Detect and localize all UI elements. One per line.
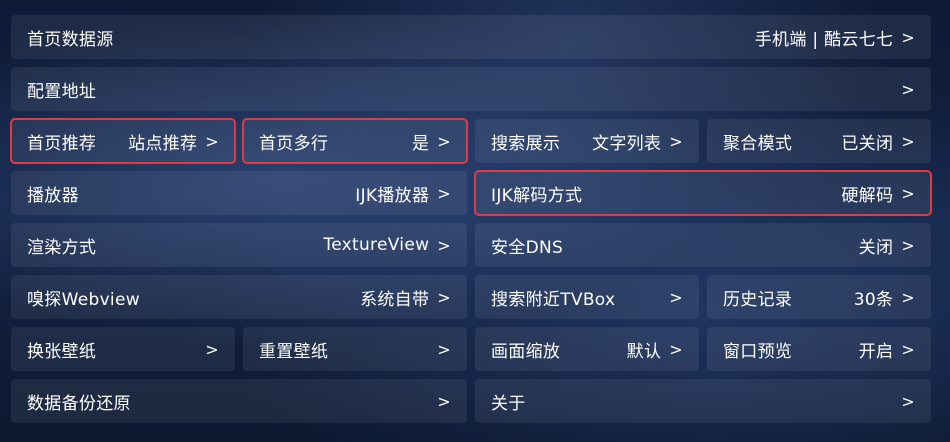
window-preview-item[interactable]: 窗口预览 开启 > bbox=[707, 327, 931, 371]
search-nearby-tvbox-label: 搜索附近TVBox bbox=[491, 289, 616, 310]
config-url-item[interactable]: 配置地址 > bbox=[11, 67, 931, 111]
secure-dns-label: 安全DNS bbox=[491, 237, 564, 258]
sniff-webview-value: 系统自带 bbox=[360, 289, 430, 310]
home-data-source-value: 手机端 | 酷云七七 bbox=[754, 29, 894, 50]
chevron-right-icon: > bbox=[901, 235, 915, 255]
chevron-right-icon: > bbox=[437, 131, 451, 151]
chevron-right-icon: > bbox=[437, 287, 451, 307]
home-recommend-value: 站点推荐 bbox=[128, 133, 198, 154]
chevron-right-icon: > bbox=[669, 339, 683, 359]
chevron-right-icon: > bbox=[437, 339, 451, 359]
reset-wallpaper-item[interactable]: 重置壁纸 > bbox=[243, 327, 467, 371]
home-data-source-label: 首页数据源 bbox=[27, 29, 114, 50]
about-label: 关于 bbox=[491, 393, 526, 414]
chevron-right-icon: > bbox=[205, 339, 219, 359]
window-preview-label: 窗口预览 bbox=[723, 341, 793, 362]
backup-restore-label: 数据备份还原 bbox=[27, 393, 131, 414]
secure-dns-value: 关闭 bbox=[858, 237, 894, 258]
about-item[interactable]: 关于 > bbox=[475, 379, 931, 423]
chevron-right-icon: > bbox=[901, 391, 915, 411]
chevron-right-icon: > bbox=[901, 339, 915, 359]
screen-scale-value: 默认 bbox=[626, 341, 662, 362]
sniff-webview-item[interactable]: 嗅探Webview 系统自带 > bbox=[11, 275, 467, 319]
screen-scale-item[interactable]: 画面缩放 默认 > bbox=[475, 327, 699, 371]
aggregate-mode-value: 已关闭 bbox=[841, 133, 894, 154]
render-mode-value: TextureView bbox=[323, 235, 430, 255]
sniff-webview-label: 嗅探Webview bbox=[27, 289, 140, 310]
secure-dns-item[interactable]: 安全DNS 关闭 > bbox=[475, 223, 931, 267]
search-display-label: 搜索展示 bbox=[491, 133, 561, 154]
player-value: IJK播放器 bbox=[355, 185, 430, 206]
home-multirow-item[interactable]: 首页多行 是 > bbox=[242, 118, 468, 164]
chevron-right-icon: > bbox=[437, 183, 451, 203]
search-nearby-tvbox-item[interactable]: 搜索附近TVBox > bbox=[475, 275, 699, 319]
player-item[interactable]: 播放器 IJK播放器 > bbox=[11, 171, 467, 215]
screen-scale-label: 画面缩放 bbox=[491, 341, 561, 362]
home-multirow-value: 是 bbox=[411, 133, 430, 154]
ijk-decode-value: 硬解码 bbox=[841, 185, 894, 206]
chevron-right-icon: > bbox=[901, 79, 915, 99]
reset-wallpaper-label: 重置壁纸 bbox=[259, 341, 329, 362]
ijk-decode-item[interactable]: IJK解码方式 硬解码 > bbox=[474, 170, 932, 216]
aggregate-mode-item[interactable]: 聚合模式 已关闭 > bbox=[707, 119, 931, 163]
chevron-right-icon: > bbox=[901, 27, 915, 47]
ijk-decode-label: IJK解码方式 bbox=[491, 185, 583, 206]
render-mode-item[interactable]: 渲染方式 TextureView > bbox=[11, 223, 467, 267]
render-mode-label: 渲染方式 bbox=[27, 237, 97, 258]
player-label: 播放器 bbox=[27, 185, 79, 206]
chevron-right-icon: > bbox=[901, 183, 915, 203]
backup-restore-item[interactable]: 数据备份还原 > bbox=[11, 379, 467, 423]
home-recommend-label: 首页推荐 bbox=[27, 133, 97, 154]
change-wallpaper-item[interactable]: 换张壁纸 > bbox=[11, 327, 235, 371]
chevron-right-icon: > bbox=[437, 235, 451, 255]
search-display-value: 文字列表 bbox=[592, 133, 662, 154]
config-url-label: 配置地址 bbox=[27, 81, 97, 102]
search-display-item[interactable]: 搜索展示 文字列表 > bbox=[475, 119, 699, 163]
chevron-right-icon: > bbox=[901, 131, 915, 151]
chevron-right-icon: > bbox=[205, 131, 219, 151]
window-preview-value: 开启 bbox=[858, 341, 894, 362]
history-value: 30条 bbox=[853, 289, 894, 310]
home-data-source-item[interactable]: 首页数据源 手机端 | 酷云七七 > bbox=[11, 15, 931, 59]
chevron-right-icon: > bbox=[901, 287, 915, 307]
chevron-right-icon: > bbox=[437, 391, 451, 411]
home-multirow-label: 首页多行 bbox=[259, 133, 329, 154]
chevron-right-icon: > bbox=[669, 287, 683, 307]
history-label: 历史记录 bbox=[723, 289, 793, 310]
chevron-right-icon: > bbox=[669, 131, 683, 151]
home-recommend-item[interactable]: 首页推荐 站点推荐 > bbox=[10, 118, 236, 164]
history-item[interactable]: 历史记录 30条 > bbox=[707, 275, 931, 319]
change-wallpaper-label: 换张壁纸 bbox=[27, 341, 97, 362]
aggregate-mode-label: 聚合模式 bbox=[723, 133, 793, 154]
